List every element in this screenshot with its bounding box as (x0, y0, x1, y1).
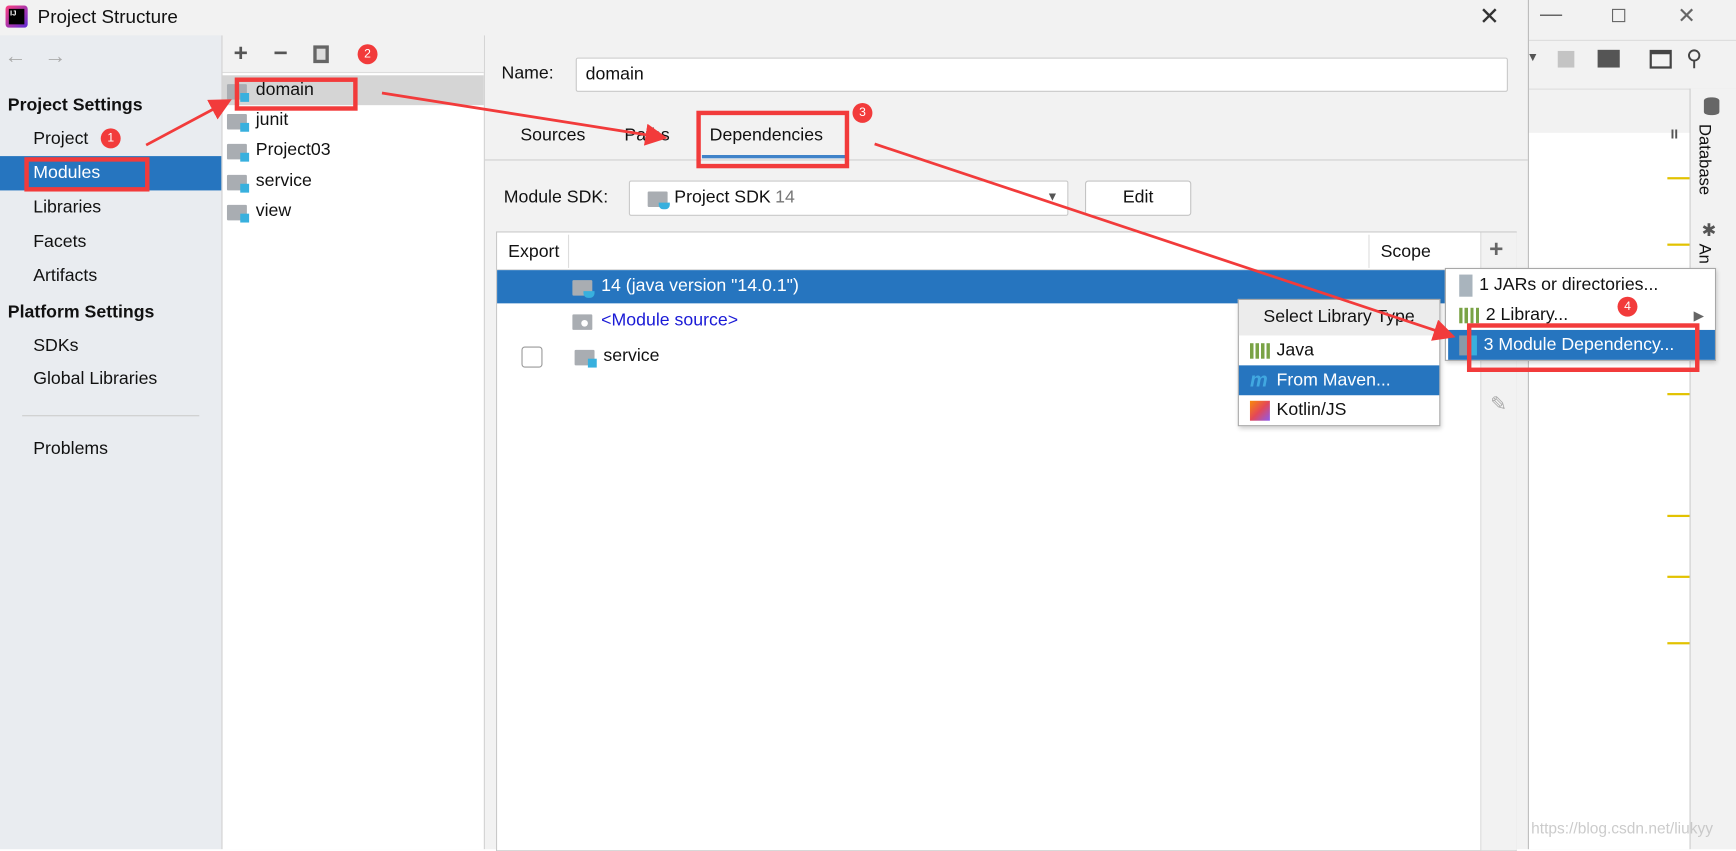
annotation-arrows (145, 91, 1456, 341)
arrow-to-domain (145, 99, 232, 147)
arrow-to-dependencies (381, 91, 668, 146)
arrow-to-module-dependency (874, 142, 1456, 341)
